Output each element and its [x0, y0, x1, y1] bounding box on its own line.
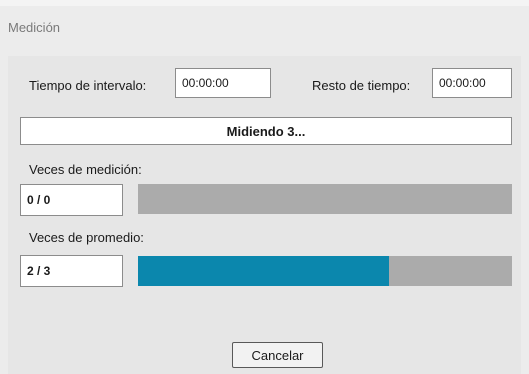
measurement-count-label: Veces de medición: [29, 162, 142, 177]
remaining-time-value: 00:00:00 [439, 76, 486, 90]
title-bar-strip [0, 0, 529, 6]
average-count-field: 2 / 3 [20, 255, 123, 287]
remaining-time-label: Resto de tiempo: [312, 78, 411, 93]
dialog-title: Medición [8, 20, 61, 35]
interval-time-field[interactable]: 00:00:00 [175, 68, 271, 98]
measurement-dialog: Medición Tiempo de intervalo: 00:00:00 R… [0, 0, 529, 374]
average-count-value: 2 / 3 [27, 264, 51, 278]
remaining-time-field[interactable]: 00:00:00 [432, 68, 512, 98]
interval-time-label: Tiempo de intervalo: [29, 78, 147, 93]
measurement-count-field: 0 / 0 [20, 184, 123, 216]
status-text: Midiendo 3... [226, 123, 306, 139]
cancel-button[interactable]: Cancelar [232, 342, 323, 368]
measurement-count-value: 0 / 0 [27, 193, 51, 207]
interval-time-value: 00:00:00 [182, 76, 229, 90]
status-display: Midiendo 3... [20, 117, 512, 145]
measurement-progress-bar [138, 184, 512, 214]
average-progress-fill [138, 256, 389, 286]
average-count-label: Veces de promedio: [29, 230, 144, 245]
average-progress-bar [138, 256, 512, 286]
